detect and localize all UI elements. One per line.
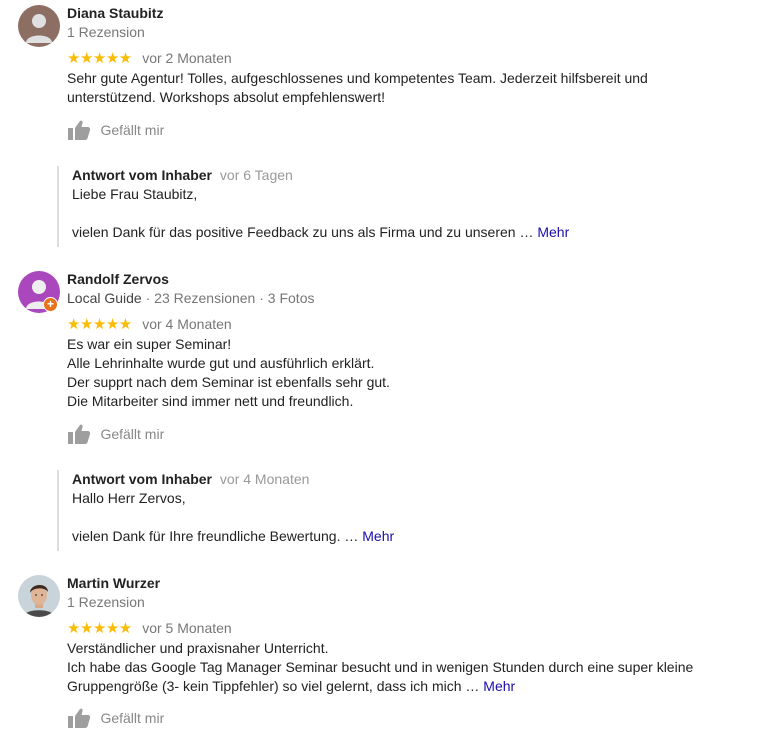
reviewer-name[interactable]: Diana Staubitz <box>67 5 163 21</box>
reply-spacer <box>72 508 717 527</box>
star-rating: ★★★★★ <box>67 620 132 637</box>
review-text: Verständlicher und praxisnaher Unterrich… <box>67 639 707 696</box>
user-silhouette-icon <box>18 5 60 47</box>
reply-body-text: vielen Dank für das positive Feedback zu… <box>72 224 534 240</box>
rating-row: ★★★★★ vor 2 Monaten <box>67 49 232 67</box>
avatar[interactable] <box>18 5 60 47</box>
reply-date: vor 6 Tagen <box>219 167 293 183</box>
reply-owner-label: Antwort vom Inhaber <box>72 471 213 487</box>
review-date: vor 4 Monaten <box>142 316 232 332</box>
review-text-line: Alle Lehrinhalte wurde gut und ausführli… <box>67 355 375 371</box>
review-card: + Randolf Zervos Local Guide · 23 Rezens… <box>0 271 780 556</box>
like-button[interactable]: Gefällt mir <box>67 423 164 445</box>
reply-owner-label: Antwort vom Inhaber <box>72 167 213 183</box>
reply-greeting: Hallo Herr Zervos, <box>72 490 186 506</box>
like-label: Gefällt mir <box>100 122 165 138</box>
review-text-line: Sehr gute Agentur! Tolles, aufgeschlosse… <box>67 70 648 86</box>
review-text-line: Der supprt nach dem Seminar ist ebenfall… <box>67 374 390 390</box>
reply-body-text: vielen Dank für Ihre freundliche Bewertu… <box>72 528 359 544</box>
thumbs-up-icon <box>68 120 91 140</box>
thumbs-up-icon <box>68 424 91 444</box>
star-rating: ★★★★★ <box>67 316 132 333</box>
reply-body: vielen Dank für das positive Feedback zu… <box>72 223 717 242</box>
reply-body: vielen Dank für Ihre freundliche Bewertu… <box>72 527 717 546</box>
review-text-line: Verständlicher und praxisnaher Unterrich… <box>67 640 329 656</box>
like-label: Gefällt mir <box>100 426 165 442</box>
reply-date: vor 4 Monaten <box>219 471 310 487</box>
review-date: vor 2 Monaten <box>142 50 232 66</box>
reviewer-stats: · 23 Rezensionen · 3 Fotos <box>141 290 315 306</box>
reviewer-meta: 1 Rezension <box>67 24 145 40</box>
reply-header: Antwort vom Inhaber vor 4 Monaten <box>72 470 717 489</box>
local-guide-badge-icon: + <box>43 297 58 312</box>
more-link[interactable]: Mehr <box>362 528 394 544</box>
reply-greeting: Liebe Frau Staubitz, <box>72 186 198 202</box>
review-text-line: Gruppengröße (3- kein Tippfehler) so vie… <box>67 677 707 696</box>
review-text-line: Die Mitarbeiter sind immer nett und freu… <box>67 393 354 409</box>
profile-photo-icon <box>18 575 60 617</box>
review-text-last: Gruppengröße (3- kein Tippfehler) so vie… <box>67 678 480 694</box>
like-label: Gefällt mir <box>100 710 165 726</box>
review-text-line: Ich habe das Google Tag Manager Seminar … <box>67 659 694 675</box>
reviewer-meta: Local Guide · 23 Rezensionen · 3 Fotos <box>67 290 314 306</box>
owner-reply: Antwort vom Inhaber vor 6 Tagen Liebe Fr… <box>57 166 717 247</box>
review-date: vor 5 Monaten <box>142 620 232 636</box>
reviewer-name[interactable]: Martin Wurzer <box>67 575 160 591</box>
review-text: Es war ein super Seminar! Alle Lehrinhal… <box>67 335 707 411</box>
local-guide-label: Local Guide <box>67 290 142 306</box>
reply-header: Antwort vom Inhaber vor 6 Tagen <box>72 166 717 185</box>
more-link[interactable]: Mehr <box>483 678 515 694</box>
reply-spacer <box>72 204 717 223</box>
star-rating: ★★★★★ <box>67 50 132 67</box>
review-card: Martin Wurzer 1 Rezension ★★★★★ vor 5 Mo… <box>0 575 780 735</box>
rating-row: ★★★★★ vor 4 Monaten <box>67 315 232 333</box>
avatar[interactable] <box>18 575 60 617</box>
more-link[interactable]: Mehr <box>537 224 569 240</box>
owner-reply: Antwort vom Inhaber vor 4 Monaten Hallo … <box>57 470 717 551</box>
rating-row: ★★★★★ vor 5 Monaten <box>67 619 232 637</box>
thumbs-up-icon <box>68 708 91 728</box>
review-text-line: Es war ein super Seminar! <box>67 336 232 352</box>
reviewer-meta: 1 Rezension <box>67 594 145 610</box>
like-button[interactable]: Gefällt mir <box>67 707 164 729</box>
reviewer-name[interactable]: Randolf Zervos <box>67 271 169 287</box>
like-button[interactable]: Gefällt mir <box>67 119 164 141</box>
review-text-line: unterstützend. Workshops absolut empfehl… <box>67 89 386 105</box>
review-text: Sehr gute Agentur! Tolles, aufgeschlosse… <box>67 69 707 107</box>
review-card: Diana Staubitz 1 Rezension ★★★★★ vor 2 M… <box>0 5 780 250</box>
